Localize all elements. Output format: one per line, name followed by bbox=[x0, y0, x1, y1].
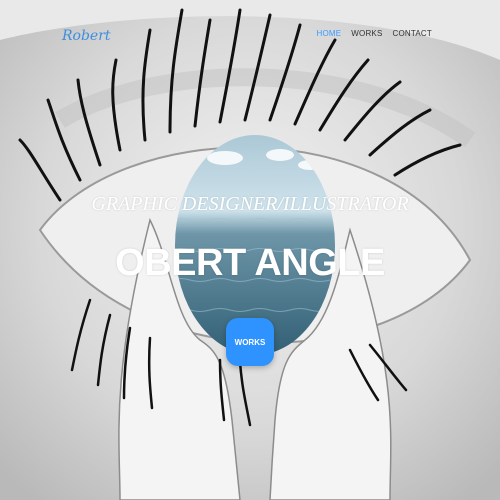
works-button[interactable]: WORKS bbox=[226, 318, 274, 366]
brand-logo[interactable]: Robert bbox=[62, 28, 111, 44]
hero-subtitle: GRAPHIC DESIGNER/ILLUSTRATOR bbox=[91, 193, 409, 215]
main-nav: HOME WORKS CONTACT bbox=[316, 29, 432, 38]
nav-item-works[interactable]: WORKS bbox=[351, 29, 382, 38]
nav-item-contact[interactable]: CONTACT bbox=[393, 29, 432, 38]
hero-title: OBERT ANGLE bbox=[115, 242, 385, 284]
nav-item-home[interactable]: HOME bbox=[316, 29, 341, 38]
